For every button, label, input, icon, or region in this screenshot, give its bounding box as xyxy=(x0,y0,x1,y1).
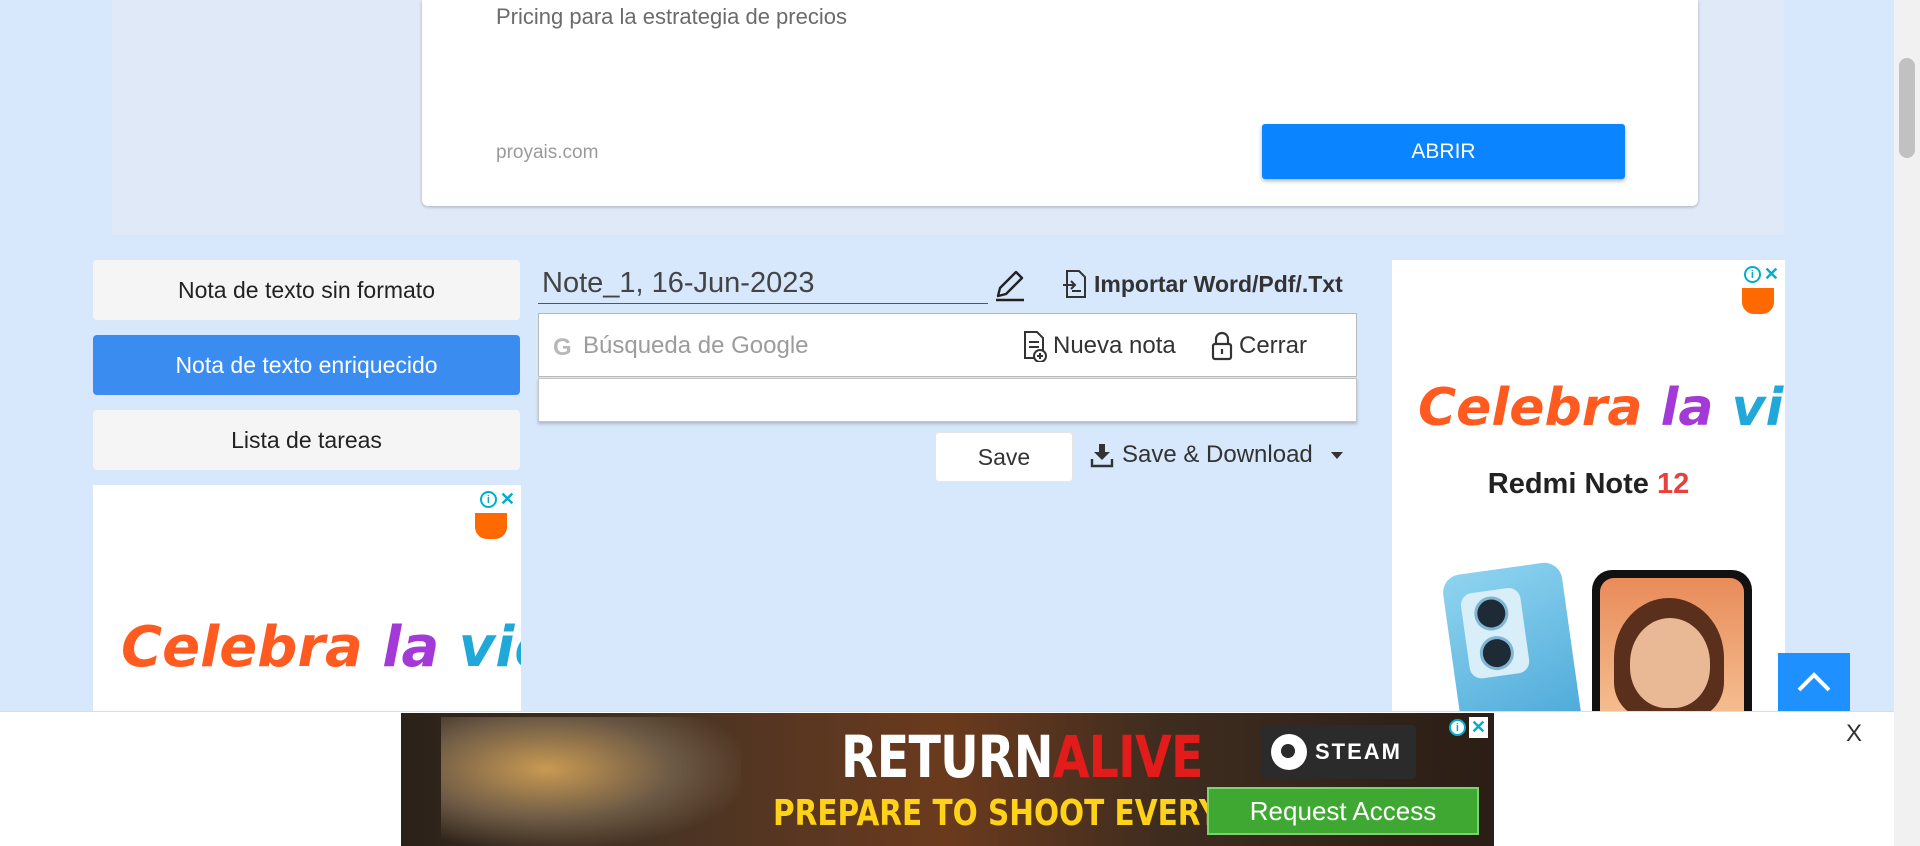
pencil-icon[interactable] xyxy=(994,268,1026,302)
new-note-icon xyxy=(1024,331,1047,362)
product-label: Redmi Note xyxy=(1487,468,1657,500)
menu-task-list[interactable]: Lista de tareas xyxy=(93,410,520,470)
abrir-button[interactable]: ABRIR xyxy=(1262,124,1625,179)
phone-back-image xyxy=(1440,560,1584,711)
save-download-dropdown[interactable]: Save & Download xyxy=(1090,438,1343,472)
new-note-label: Nueva nota xyxy=(1053,332,1176,359)
steam-label: STEAM xyxy=(1315,739,1402,764)
note-title-field[interactable]: Note_1, 16-Jun-2023 xyxy=(538,264,988,304)
vertical-scrollbar[interactable] xyxy=(1894,0,1920,846)
google-search-input[interactable] xyxy=(583,328,983,364)
ad-headline: Celebra la vida xyxy=(1418,378,1785,438)
menu-item-label: Nota de texto enriquecido xyxy=(175,351,438,378)
top-ad-region: Pricing para la estrategia de precios pr… xyxy=(112,0,1784,235)
close-button[interactable]: Cerrar xyxy=(1211,330,1307,362)
menu-item-label: Lista de tareas xyxy=(231,426,382,453)
game-title-part: ALIVE xyxy=(1052,723,1204,791)
download-icon xyxy=(1090,444,1114,468)
left-ad[interactable]: i✕ Celebra la vida xyxy=(93,485,521,711)
save-download-label: Save & Download xyxy=(1122,441,1313,468)
mi-logo-icon xyxy=(475,513,507,539)
headline-word: la xyxy=(1660,378,1732,438)
headline-word: Celebra xyxy=(121,615,383,680)
ad-domain: proyais.com xyxy=(496,142,599,163)
google-icon: G xyxy=(553,334,572,361)
product-number: 12 xyxy=(1656,468,1690,500)
steam-badge: STEAM xyxy=(1261,725,1416,779)
chevron-up-icon xyxy=(1797,672,1831,692)
game-title-part: RETURN xyxy=(841,723,1054,791)
import-label: Importar Word/Pdf/.Txt xyxy=(1094,270,1343,297)
game-characters-image xyxy=(441,717,741,846)
right-ad[interactable]: i✕ Celebra la vida Redmi Note 12 xyxy=(1392,260,1785,711)
new-note-button[interactable]: Nueva nota xyxy=(1023,330,1176,362)
top-ad-card[interactable]: Pricing para la estrategia de precios pr… xyxy=(422,0,1698,206)
request-access-button[interactable]: Request Access xyxy=(1207,787,1479,835)
product-name: Redmi Note 12 xyxy=(1392,468,1785,501)
adchoices-icon[interactable]: i ✕ xyxy=(1448,717,1488,738)
menu-rich-text-note[interactable]: Nota de texto enriquecido xyxy=(93,335,520,395)
headline-word: la xyxy=(382,615,459,680)
ad-description: Pricing para la estrategia de precios xyxy=(496,4,847,29)
phone-front-image xyxy=(1592,570,1752,711)
save-button[interactable]: Save xyxy=(935,432,1073,482)
close-label: Cerrar xyxy=(1239,332,1308,359)
adchoices-icon[interactable]: i ✕ xyxy=(479,489,515,510)
headline-word: vida xyxy=(1731,378,1785,438)
mi-logo-icon xyxy=(1742,288,1774,314)
chevron-down-icon xyxy=(1330,451,1343,459)
lock-icon xyxy=(1211,331,1233,361)
headline-word: Celebra xyxy=(1418,378,1661,438)
close-ad-button[interactable]: X xyxy=(1846,720,1862,748)
file-import-icon xyxy=(1063,270,1086,298)
editor-toolbar: G Nueva nota Cerrar xyxy=(538,313,1357,377)
scrollbar-thumb[interactable] xyxy=(1899,58,1915,158)
rich-text-editor[interactable] xyxy=(538,378,1357,422)
import-button[interactable]: Importar Word/Pdf/.Txt xyxy=(1062,268,1343,300)
scroll-to-top-button[interactable] xyxy=(1778,653,1850,711)
adchoices-icon[interactable]: i ✕ xyxy=(1743,264,1779,285)
game-ad-banner[interactable]: RETURNALIVE PREPARE TO SHOOT EVERYTHING … xyxy=(401,713,1494,846)
headline-word: vida xyxy=(458,615,521,680)
menu-plain-text-note[interactable]: Nota de texto sin formato xyxy=(93,260,520,320)
menu-item-label: Nota de texto sin formato xyxy=(178,276,435,303)
steam-icon xyxy=(1271,734,1307,770)
ad-headline: Celebra la vida xyxy=(121,615,521,680)
game-title: RETURNALIVE xyxy=(841,723,1204,791)
bottom-ad-bar: RETURNALIVE PREPARE TO SHOOT EVERYTHING … xyxy=(0,711,1894,846)
